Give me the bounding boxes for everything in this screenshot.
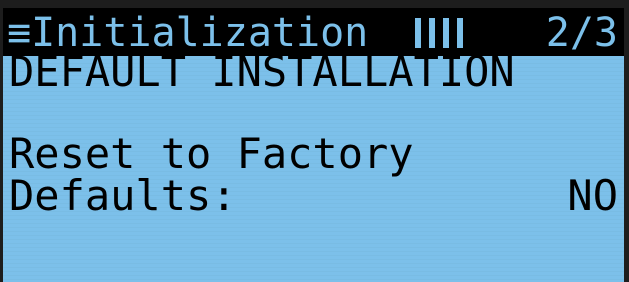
setting-label-line1: Reset to Factory (9, 129, 414, 178)
lcd-screen: ≡Initialization 2/3 DEFAULT INSTALLATION… (3, 8, 624, 282)
lcd-display-frame: ≡Initialization 2/3 DEFAULT INSTALLATION… (0, 0, 629, 282)
fill-bar (415, 18, 421, 48)
setting-value[interactable]: NO (567, 174, 618, 218)
title-fill-bars (415, 18, 505, 48)
section-subtitle: DEFAULT INSTALLATION (9, 47, 515, 96)
fill-bar (443, 18, 449, 48)
fill-bar (457, 18, 463, 48)
fill-bar (429, 18, 435, 48)
page-indicator: 2/3 (545, 10, 618, 56)
setting-label-line2: Defaults: (9, 171, 237, 220)
